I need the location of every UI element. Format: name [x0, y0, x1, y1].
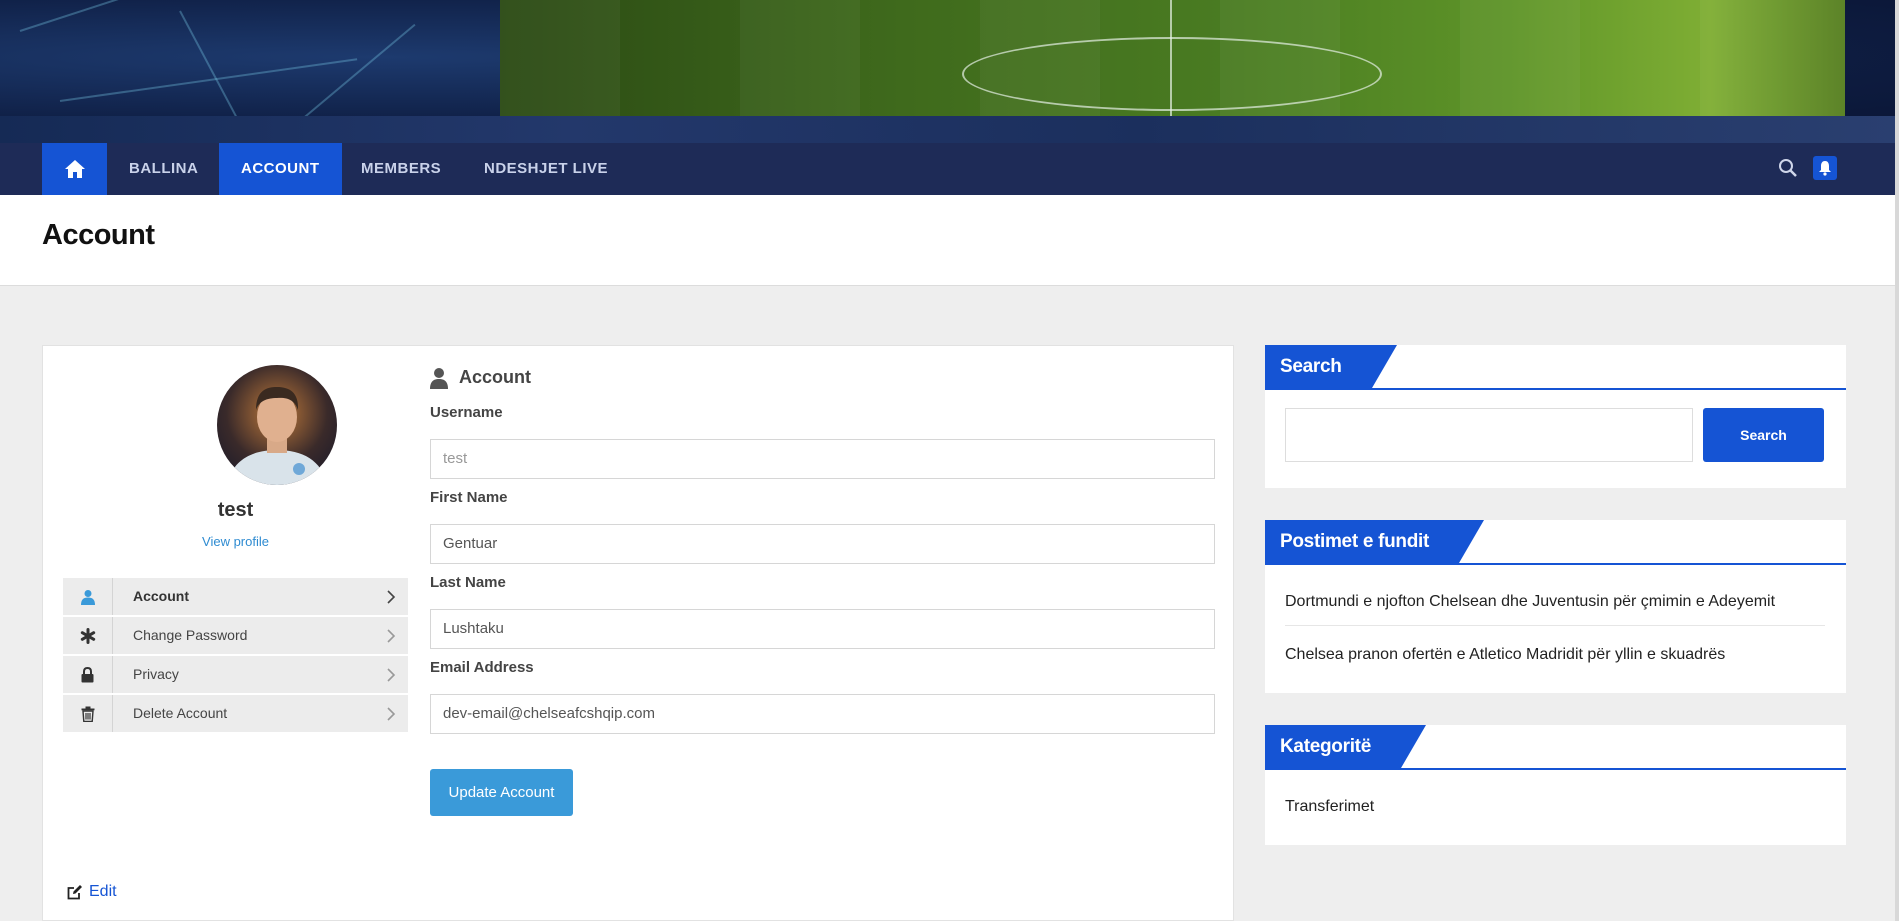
nav-item-ndeshjet-live[interactable]: NDESHJET LIVE: [462, 143, 630, 195]
chevron-right-icon: [387, 707, 396, 721]
home-button[interactable]: [42, 143, 107, 195]
scrollbar[interactable]: [1895, 0, 1899, 921]
nav-item-ballina[interactable]: BALLINA: [107, 143, 220, 195]
side-menu-account[interactable]: Account: [63, 578, 408, 615]
search-input[interactable]: [1285, 408, 1693, 462]
last-name-label: Last Name: [430, 574, 506, 591]
edit-link[interactable]: Edit: [67, 883, 117, 901]
chevron-right-icon: [387, 590, 396, 604]
search-button[interactable]: Search: [1703, 408, 1824, 462]
search-widget-title: Search: [1265, 345, 1397, 388]
account-card: test View profile Account Change Passwor…: [42, 345, 1234, 921]
username-field[interactable]: test: [430, 439, 1215, 479]
account-side-menu: Account Change Password Privacy Delete A…: [63, 578, 408, 734]
page-title: Account: [42, 219, 155, 251]
side-menu-label: Change Password: [133, 627, 248, 643]
edit-link-label: Edit: [89, 883, 117, 900]
side-menu-label: Delete Account: [133, 705, 228, 721]
last-name-field[interactable]: Lushtaku: [430, 609, 1215, 649]
categories-title: Kategoritë: [1265, 725, 1426, 768]
lock-icon: [63, 656, 113, 693]
categories-widget: Kategoritë Transferimet: [1265, 725, 1846, 845]
user-icon: [430, 368, 448, 389]
form-heading-text: Account: [459, 367, 531, 387]
email-label: Email Address: [430, 659, 534, 676]
first-name-label: First Name: [430, 489, 508, 506]
recent-post-link[interactable]: Chelsea pranon ofertën e Atletico Madrid…: [1285, 646, 1725, 664]
avatar: [217, 365, 337, 485]
user-icon: [63, 578, 113, 615]
update-account-button[interactable]: Update Account: [430, 769, 573, 816]
side-menu-privacy[interactable]: Privacy: [63, 656, 408, 693]
football-pitch-image: [500, 0, 1845, 118]
side-menu-change-password[interactable]: Change Password: [63, 617, 408, 654]
bell-icon: [1819, 161, 1831, 176]
email-field[interactable]: dev-email@chelseafcshqip.com: [430, 694, 1215, 734]
asterisk-icon: [63, 617, 113, 654]
recent-posts-widget: Postimet e fundit Dortmundi e njofton Ch…: [1265, 520, 1846, 693]
notification-button[interactable]: [1813, 156, 1837, 180]
trash-icon: [63, 695, 113, 732]
form-heading: Account: [430, 364, 1215, 394]
main-navbar: BALLINA ACCOUNT MEMBERS NDESHJET LIVE: [0, 143, 1895, 195]
recent-post-link[interactable]: Dortmundi e njofton Chelsean dhe Juventu…: [1285, 593, 1775, 611]
side-menu-label: Account: [133, 588, 189, 604]
search-icon[interactable]: [1778, 158, 1800, 180]
account-form: Account Username test First Name Gentuar…: [430, 364, 1215, 816]
home-icon: [64, 160, 85, 178]
profile-username: test: [217, 499, 254, 521]
edit-icon: [67, 885, 82, 900]
side-menu-label: Privacy: [133, 666, 179, 682]
page-title-bar: Account: [0, 195, 1895, 286]
view-profile-link[interactable]: View profile: [43, 534, 428, 549]
category-link[interactable]: Transferimet: [1285, 798, 1374, 816]
header-banner: [0, 0, 1899, 143]
first-name-field[interactable]: Gentuar: [430, 524, 1215, 564]
side-menu-delete-account[interactable]: Delete Account: [63, 695, 408, 732]
chevron-right-icon: [387, 629, 396, 643]
nav-item-members[interactable]: MEMBERS: [339, 143, 463, 195]
username-label: Username: [430, 404, 503, 421]
search-widget: Search Search: [1265, 345, 1846, 488]
nav-item-account[interactable]: ACCOUNT: [219, 143, 342, 195]
recent-posts-title: Postimet e fundit: [1265, 520, 1485, 563]
chevron-right-icon: [387, 668, 396, 682]
